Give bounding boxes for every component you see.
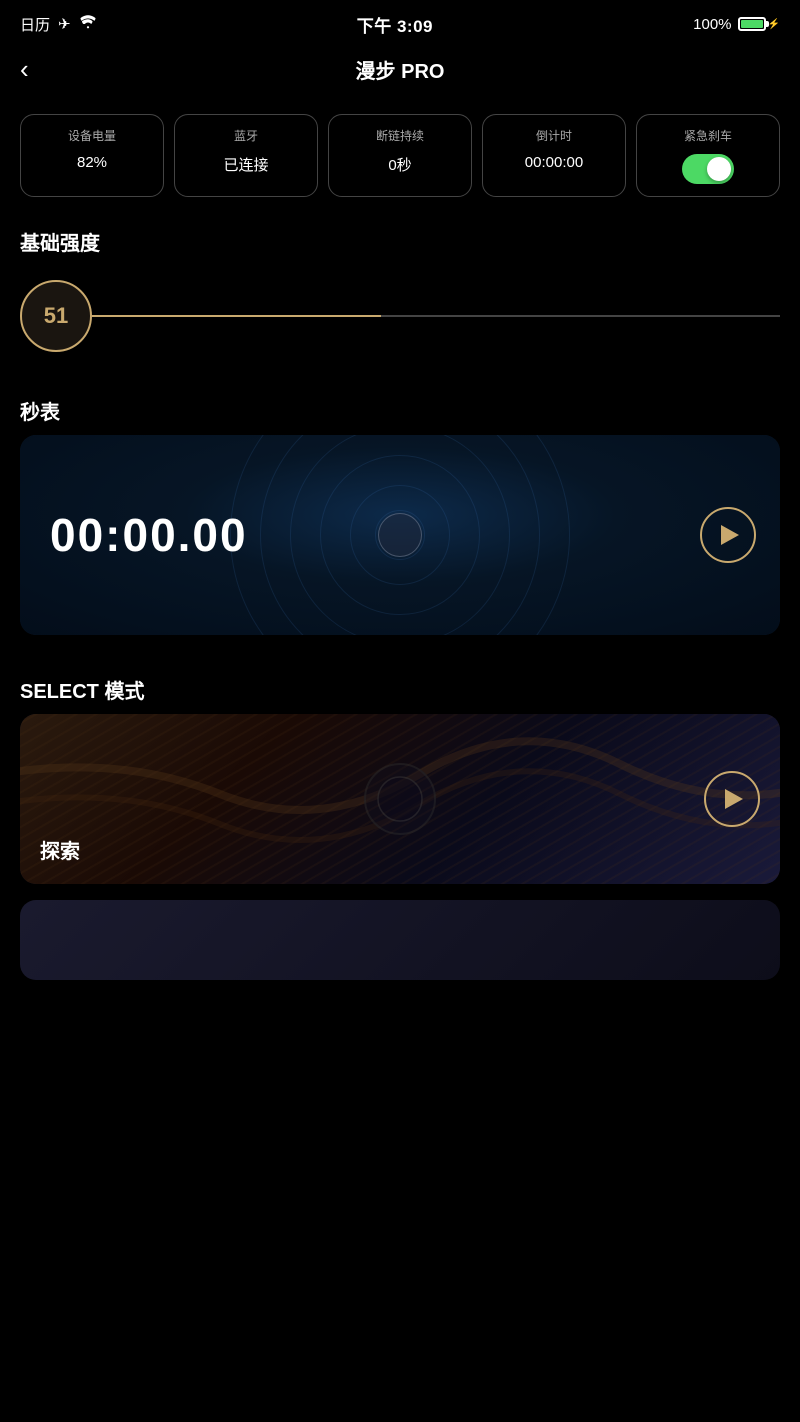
calendar-icon: 日历 xyxy=(20,14,50,35)
card-countdown-label: 倒计时 xyxy=(536,127,572,144)
battery-icon-box: ⚡ xyxy=(738,17,780,31)
stopwatch-section-label: 秒表 xyxy=(0,376,800,435)
card-battery-value: 82% xyxy=(77,154,107,171)
card-disconnect-label: 断链持续 xyxy=(376,127,424,144)
select-card-explore[interactable]: 探索 xyxy=(20,714,780,884)
slider-section: 51 xyxy=(0,266,800,376)
slider-track[interactable]: 51 xyxy=(20,276,780,356)
card-disconnect[interactable]: 断链持续 0秒 xyxy=(328,114,472,197)
stopwatch-time: 00:00.00 xyxy=(50,508,248,562)
explore-play-icon xyxy=(725,789,743,809)
card-countdown-value: 00:00:00 xyxy=(525,154,583,171)
battery-fill xyxy=(741,20,763,28)
slider-empty xyxy=(381,315,780,317)
card-battery-label: 设备电量 xyxy=(68,127,116,144)
status-time: 下午 3:09 xyxy=(357,12,433,37)
toggle-thumb xyxy=(707,157,731,181)
page-title: 漫步 PRO xyxy=(356,55,445,84)
card-countdown[interactable]: 倒计时 00:00:00 xyxy=(482,114,626,197)
second-card-bg xyxy=(20,900,780,980)
wifi-icon xyxy=(79,15,97,33)
card-disconnect-value: 0秒 xyxy=(388,154,411,175)
card-bluetooth[interactable]: 蓝牙 已连接 xyxy=(174,114,318,197)
lightning-icon: ⚡ xyxy=(768,19,780,30)
card-bluetooth-label: 蓝牙 xyxy=(234,127,258,144)
slider-value: 51 xyxy=(44,303,68,329)
card-brake-label: 紧急刹车 xyxy=(684,127,732,144)
stopwatch-container[interactable]: 00:00.00 xyxy=(20,435,780,635)
info-cards-row: 设备电量 82% 蓝牙 已连接 断链持续 0秒 倒计时 00:00:00 紧急刹… xyxy=(0,94,800,207)
battery-percent: 100% xyxy=(693,16,731,33)
battery-icon xyxy=(738,17,766,31)
nav-bar: ‹ 漫步 PRO xyxy=(0,44,800,94)
back-button[interactable]: ‹ xyxy=(20,56,29,82)
select-card-second[interactable] xyxy=(20,900,780,980)
stopwatch-center-button[interactable] xyxy=(378,513,422,557)
airplane-icon: ✈ xyxy=(58,15,71,33)
status-right: 100% ⚡ xyxy=(693,16,780,33)
card-bluetooth-value: 已连接 xyxy=(223,154,268,175)
status-left: 日历 ✈ xyxy=(20,14,97,35)
explore-play-button[interactable] xyxy=(704,771,760,827)
explore-card-label: 探索 xyxy=(40,835,80,864)
slider-filled xyxy=(92,315,381,317)
select-mode-label: SELECT 模式 xyxy=(0,655,800,714)
explore-deco-svg xyxy=(20,714,780,884)
card-brake[interactable]: 紧急刹车 xyxy=(636,114,780,197)
intensity-section-label: 基础强度 xyxy=(0,207,800,266)
card-battery[interactable]: 设备电量 82% xyxy=(20,114,164,197)
status-bar: 日历 ✈ 下午 3:09 100% ⚡ xyxy=(0,0,800,44)
stopwatch-play-button[interactable] xyxy=(700,507,756,563)
slider-thumb[interactable]: 51 xyxy=(20,280,92,352)
brake-toggle[interactable] xyxy=(682,154,734,184)
play-icon xyxy=(721,525,739,545)
slider-line[interactable] xyxy=(92,315,780,317)
